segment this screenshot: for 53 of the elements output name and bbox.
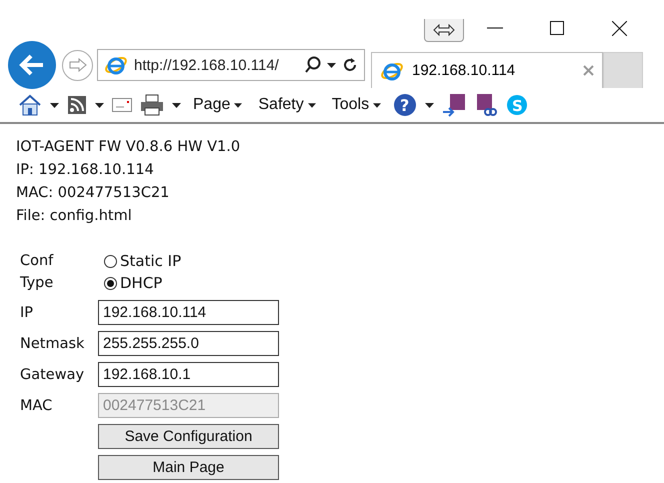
menu-button[interactable]: Tools (332, 96, 382, 114)
dropdown-caret-icon[interactable] (327, 62, 336, 68)
menu-button[interactable]: Page (193, 96, 242, 114)
dropdown-caret-icon[interactable] (50, 102, 59, 108)
envelope-icon[interactable] (112, 98, 132, 112)
help-icon[interactable]: ? (393, 93, 418, 117)
feed-icon[interactable] (67, 95, 87, 115)
info-line: MAC: 002477513C21 (16, 184, 170, 203)
dropdown-caret-icon[interactable] (425, 102, 434, 108)
field-label: Conf Type (20, 252, 54, 293)
info-line: File: config.html (16, 207, 133, 226)
form-button[interactable]: Save Configuration (98, 424, 279, 449)
double-arrow-icon (433, 24, 455, 36)
restore-tab-button[interactable] (424, 19, 464, 42)
radio-label[interactable]: DHCP (120, 272, 162, 294)
input-field: 002477513C21 (98, 393, 279, 418)
close-icon (612, 20, 626, 36)
info-line: IOT-AGENT FW V0.8.6 HW V1.0 (16, 138, 242, 157)
field-label: Netmask (20, 336, 86, 352)
maximize-icon (550, 21, 564, 35)
search-icon[interactable] (305, 56, 321, 74)
info-line: IP: 192.168.10.114 (16, 161, 155, 180)
radio-button[interactable] (104, 254, 117, 268)
refresh-icon[interactable] (342, 57, 358, 73)
back-button[interactable] (8, 41, 56, 89)
home-icon[interactable] (18, 93, 42, 117)
notebook-arrow-icon[interactable] (442, 93, 466, 117)
caret-icon (234, 102, 242, 108)
dropdown-caret-icon[interactable] (172, 102, 181, 108)
caret-icon (373, 102, 382, 108)
arrow-right-icon (68, 58, 86, 72)
input-field[interactable]: 192.168.10.1 (98, 362, 279, 387)
radio-label[interactable]: Static IP (120, 250, 182, 272)
field-label: IP (20, 304, 34, 320)
close-tab-icon[interactable] (583, 65, 594, 76)
field-label: MAC (20, 398, 54, 414)
forward-button[interactable] (62, 50, 93, 80)
dropdown-caret-icon[interactable] (95, 102, 104, 108)
notebook-link-icon[interactable] (474, 93, 498, 117)
menu-button[interactable]: Safety (258, 96, 316, 114)
radio-button[interactable] (104, 276, 117, 290)
browser-tab[interactable]: 192.168.10.114 (371, 52, 603, 88)
form-button[interactable]: Main Page (98, 455, 279, 480)
address-text[interactable]: http://192.168.10.114/ (134, 56, 299, 74)
arrow-left-icon (19, 54, 45, 76)
address-bar[interactable]: http://192.168.10.114/ (97, 49, 365, 81)
tab-title: 192.168.10.114 (412, 62, 516, 79)
input-field[interactable]: 255.255.255.0 (98, 331, 279, 356)
input-field[interactable]: 192.168.10.114 (98, 300, 279, 325)
minimize-icon (487, 27, 503, 29)
field-label: Gateway (20, 366, 86, 382)
caret-icon (308, 102, 316, 108)
printer-icon[interactable] (140, 94, 164, 116)
